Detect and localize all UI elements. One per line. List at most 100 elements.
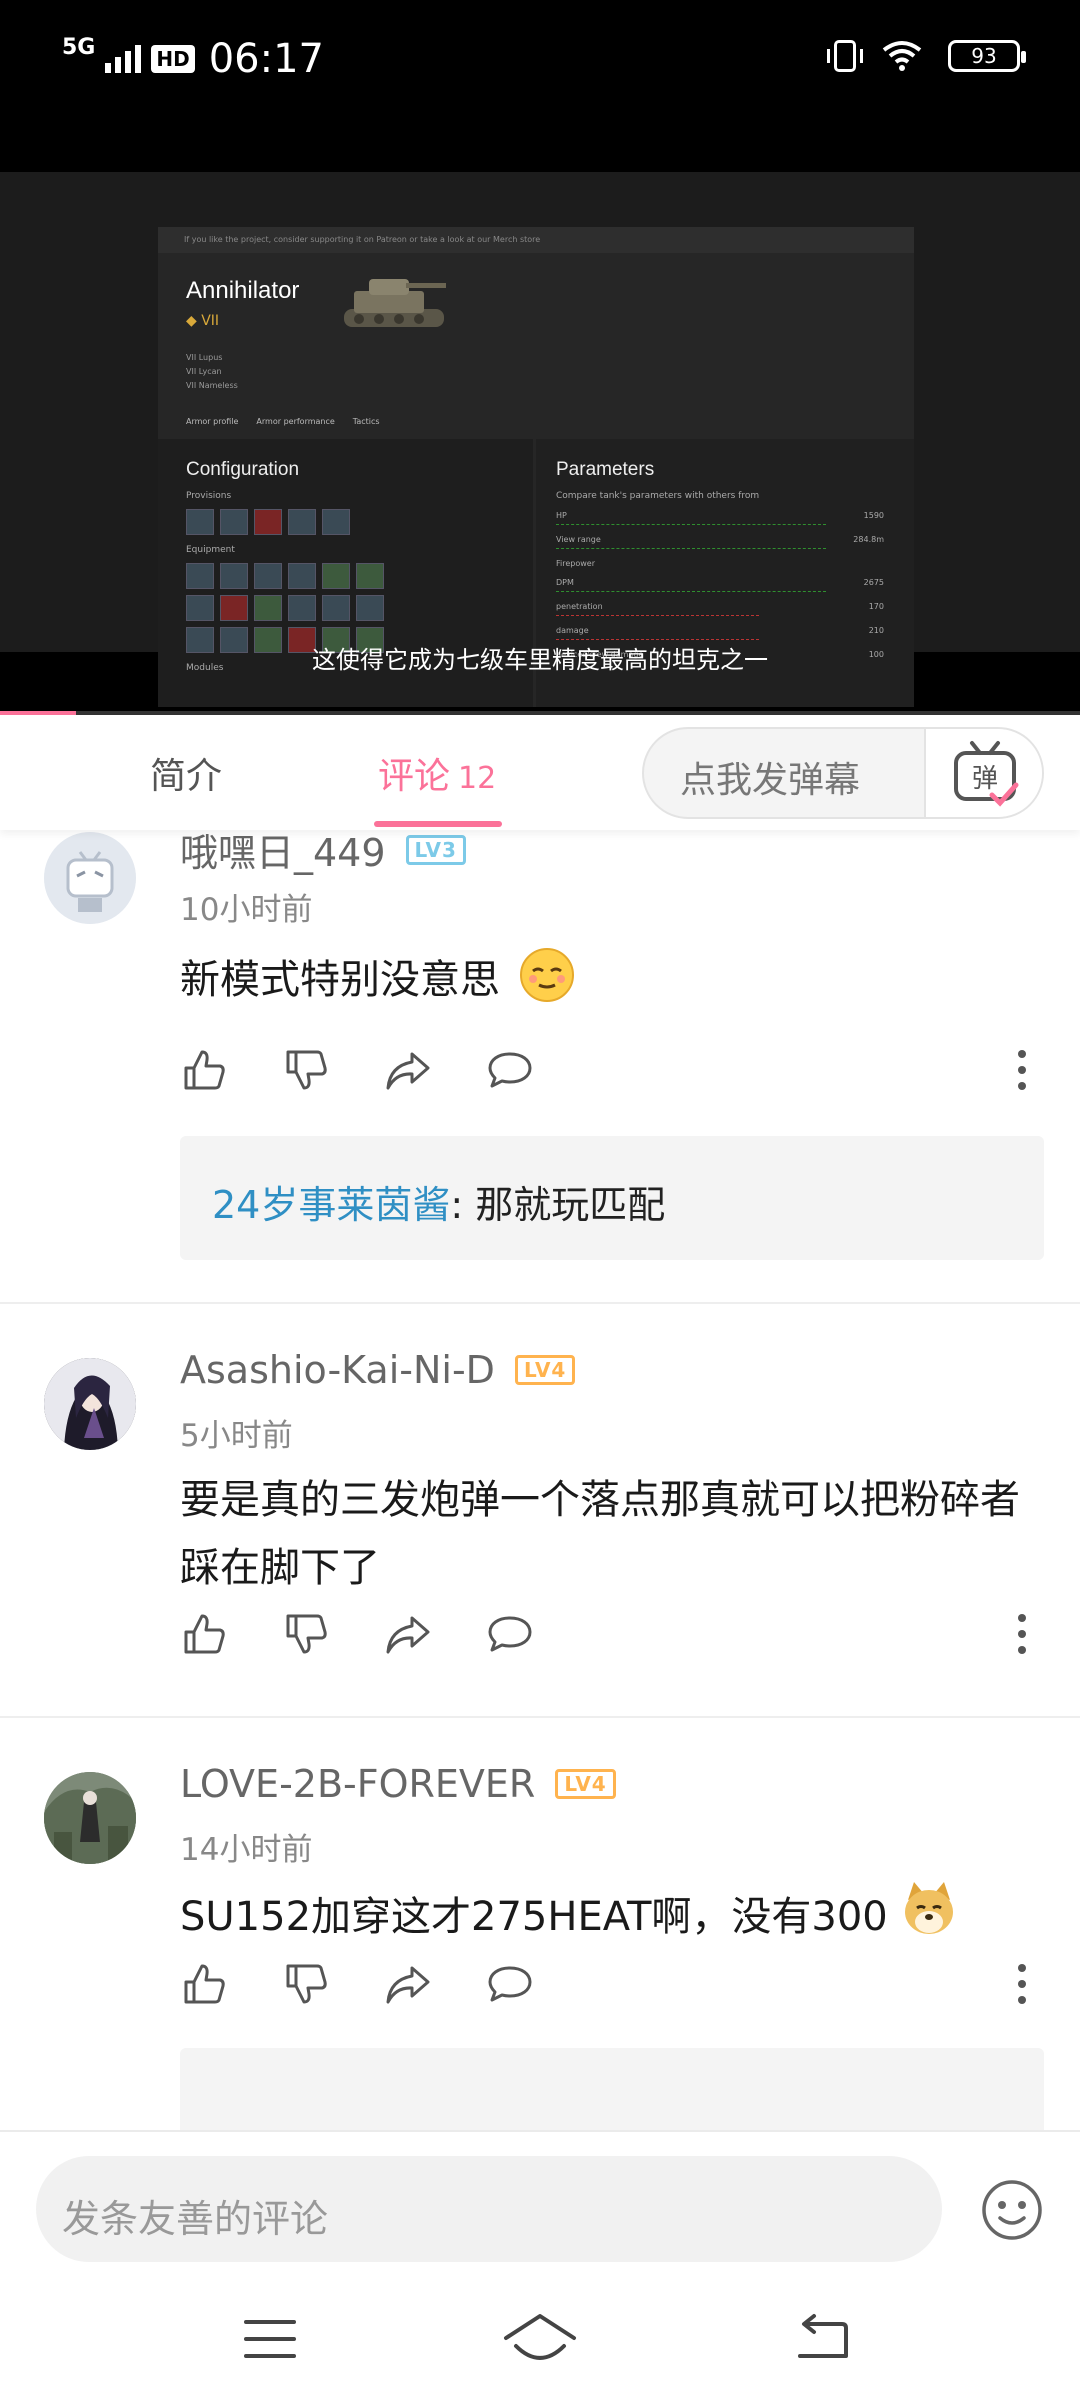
video-subtitle: 这使得它成为七级车里精度最高的坦克之一 xyxy=(312,646,768,674)
like-button[interactable] xyxy=(180,1610,228,1658)
reply-button[interactable] xyxy=(486,1046,534,1094)
stat-bar xyxy=(556,615,759,616)
comments-count: 12 xyxy=(458,761,497,796)
slot xyxy=(322,509,350,535)
relieved-emoji-icon xyxy=(519,948,574,1002)
like-button[interactable] xyxy=(180,1046,228,1094)
game-top-note: If you like the project, consider suppor… xyxy=(158,227,914,253)
share-icon xyxy=(386,1616,430,1654)
tank-links: VII Lupus VII Lycan VII Nameless xyxy=(186,351,238,393)
stat-value: 210 xyxy=(868,626,884,635)
vibrate-icon xyxy=(827,40,863,72)
dislike-icon xyxy=(286,1964,327,2004)
tab-active-indicator xyxy=(374,821,502,827)
avatar[interactable] xyxy=(44,1358,136,1450)
tab-intro[interactable]: 简介 xyxy=(150,747,222,799)
reply-button[interactable] xyxy=(486,1960,534,2008)
avatar[interactable] xyxy=(44,832,136,924)
like-icon xyxy=(184,1614,225,1654)
game-tab: Armor profile xyxy=(186,417,239,426)
comment-text: 新模式特别没意思 xyxy=(180,946,1040,1014)
tank-link: VII Nameless xyxy=(186,381,238,390)
game-tabs: Armor profile Armor performance Tactics xyxy=(186,417,380,426)
reply-button[interactable] xyxy=(486,1610,534,1658)
comment-text: SU152加穿这才275HEAT啊，没有300 xyxy=(180,1880,1040,1951)
share-button[interactable] xyxy=(384,1610,432,1658)
comment-actions xyxy=(180,1960,534,2008)
danmaku-placeholder: 点我发弹幕 xyxy=(680,760,861,801)
slot xyxy=(356,595,384,621)
stat-row: Firepower xyxy=(556,559,894,568)
user-avatar-image xyxy=(44,1358,136,1450)
network-type: 5G xyxy=(62,34,96,60)
slot xyxy=(186,595,214,621)
more-icon[interactable] xyxy=(1016,1610,1028,1658)
share-button[interactable] xyxy=(384,1046,432,1094)
comment-text-content: 新模式特别没意思 xyxy=(180,957,500,1003)
stat-label: DPM xyxy=(556,578,574,587)
parameters-sub: Compare tank's parameters with others fr… xyxy=(556,491,760,501)
more-icon[interactable] xyxy=(1016,1046,1028,1094)
danmaku-input[interactable]: 点我发弹幕 弹 xyxy=(642,727,1044,819)
danmaku-icon: 弹 xyxy=(954,741,1019,807)
like-button[interactable] xyxy=(180,1960,228,2008)
hd-badge: HD xyxy=(151,45,195,73)
stat-bar xyxy=(556,591,827,592)
dislike-button[interactable] xyxy=(282,1046,330,1094)
slot xyxy=(322,595,350,621)
stat-value: 284.8m xyxy=(853,535,884,544)
menu-icon[interactable] xyxy=(240,2312,300,2366)
tab-comments-label: 评论 xyxy=(378,756,451,797)
slot xyxy=(186,509,214,535)
video-frame: If you like the project, consider suppor… xyxy=(0,172,1080,707)
danmaku-toggle-button[interactable]: 弹 xyxy=(924,729,1042,817)
slot xyxy=(254,509,282,535)
slot xyxy=(254,595,282,621)
stat-bar xyxy=(556,548,827,549)
configuration-title: Configuration xyxy=(186,459,300,480)
stat-row: View range 284.8m xyxy=(556,535,894,544)
status-bar: 5G HD 06:17 93 xyxy=(0,0,1080,120)
tab-comments[interactable]: 评论 12 xyxy=(378,747,496,799)
wifi-icon xyxy=(882,41,922,71)
reply-username[interactable]: 24岁事莱茵酱 xyxy=(212,1183,450,1227)
like-icon xyxy=(184,1050,225,1090)
slot xyxy=(220,595,248,621)
dislike-button[interactable] xyxy=(282,1610,330,1658)
slot xyxy=(288,563,316,589)
comment-time: 14小时前 xyxy=(180,1832,313,1868)
video-player[interactable]: If you like the project, consider suppor… xyxy=(0,120,1080,715)
stat-label: damage xyxy=(556,626,589,635)
clock: 06:17 xyxy=(208,36,324,82)
share-button[interactable] xyxy=(384,1960,432,2008)
provisions-label: Provisions xyxy=(186,491,232,501)
reply-text: : 那就玩匹配 xyxy=(450,1183,666,1227)
comment-username[interactable]: 哦嘿日_449 LV3 xyxy=(180,822,466,877)
game-tab: Armor performance xyxy=(256,417,335,426)
home-icon[interactable] xyxy=(502,2312,578,2366)
back-icon[interactable] xyxy=(792,2312,852,2366)
danmaku-icon-char: 弹 xyxy=(972,764,998,794)
comment-username[interactable]: LOVE-2B-FOREVER LV4 xyxy=(180,1762,616,1806)
dislike-button[interactable] xyxy=(282,1960,330,2008)
like-icon xyxy=(184,1964,225,2004)
comment-text-content: SU152加穿这才275HEAT啊，没有300 xyxy=(180,1894,888,1940)
slot xyxy=(288,509,316,535)
comment-time: 10小时前 xyxy=(180,892,313,928)
reply-preview[interactable] xyxy=(180,2048,1044,2130)
comment-list[interactable]: 哦嘿日_449 LV3 10小时前 新模式特别没意思 24岁事莱茵酱: 那就玩匹… xyxy=(0,800,1080,2130)
slot xyxy=(186,563,214,589)
slot xyxy=(356,563,384,589)
reply-icon xyxy=(488,1052,532,1088)
comment-input[interactable]: 发条友善的评论 xyxy=(36,2156,942,2262)
comment-username[interactable]: Asashio-Kai-Ni-D LV4 xyxy=(180,1348,576,1392)
reply-icon xyxy=(488,1616,532,1652)
more-icon[interactable] xyxy=(1016,1960,1028,2008)
stat-bar xyxy=(556,524,827,525)
stat-value: 170 xyxy=(868,602,884,611)
avatar[interactable] xyxy=(44,1772,136,1864)
battery-icon: 93 xyxy=(948,40,1026,72)
reply-preview[interactable]: 24岁事莱茵酱: 那就玩匹配 xyxy=(180,1136,1044,1260)
emoji-icon[interactable] xyxy=(980,2178,1044,2242)
dislike-icon xyxy=(286,1050,327,1090)
